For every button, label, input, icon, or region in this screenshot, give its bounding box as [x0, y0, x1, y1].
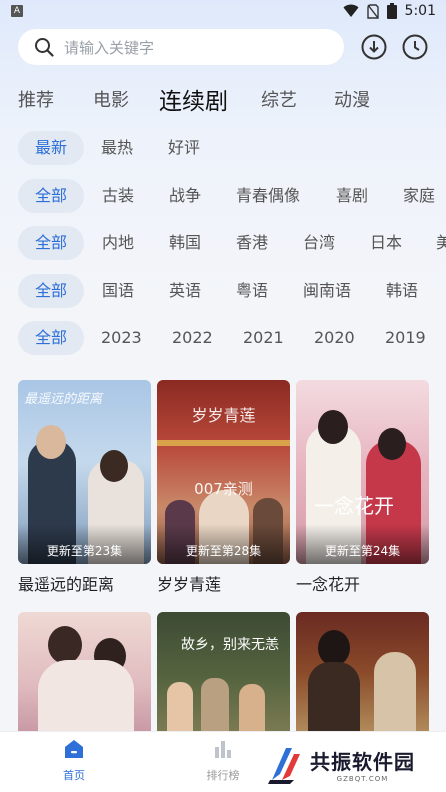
region-filter-row: 全部 内地 韩国 香港 台湾 日本 美 — [0, 226, 446, 262]
show-title: 岁岁青莲 — [157, 575, 222, 594]
brand-name: 共振软件园 — [310, 749, 415, 774]
genre-all-chip[interactable]: 全部 — [18, 179, 84, 213]
search-placeholder: 请输入关键字 — [64, 38, 155, 57]
download-icon[interactable] — [361, 34, 387, 60]
region-chip[interactable]: 日本 — [370, 226, 402, 260]
sort-latest-chip[interactable]: 最新 — [18, 131, 84, 165]
battery-icon — [386, 3, 397, 19]
tab-variety[interactable]: 综艺 — [261, 86, 297, 112]
history-clock-icon[interactable] — [402, 34, 428, 60]
brand-watermark: 共振软件园 GZBQT.COM — [268, 742, 415, 786]
tab-anime[interactable]: 动漫 — [334, 86, 370, 112]
clock-time: 5:01 — [404, 3, 436, 19]
year-chip[interactable]: 2023 — [101, 321, 142, 355]
tab-recommend[interactable]: 推荐 — [18, 86, 54, 112]
brand-logo-icon — [268, 748, 300, 784]
nav-ranking[interactable]: 排行榜 — [193, 738, 253, 783]
show-card[interactable]: 一念花开 更新至第24集 一念花开 — [296, 380, 429, 595]
show-card[interactable]: 故乡，别来无恙 — [157, 612, 290, 731]
sort-rating-chip[interactable]: 好评 — [168, 131, 200, 165]
poster-image — [296, 612, 429, 731]
episode-update-label: 更新至第24集 — [324, 544, 401, 558]
year-chip[interactable]: 2021 — [243, 321, 284, 355]
poster-image: 一念花开 更新至第24集 — [296, 380, 429, 564]
search-icon — [35, 38, 54, 57]
genre-chip[interactable]: 古装 — [102, 179, 134, 213]
year-chip[interactable]: 2020 — [314, 321, 355, 355]
poster-title-art: 最遥远的距离 — [24, 392, 103, 407]
bar-chart-icon — [215, 741, 231, 758]
region-chip[interactable]: 韩国 — [169, 226, 201, 260]
sort-hot-chip[interactable]: 最热 — [101, 131, 133, 165]
genre-chip[interactable]: 战争 — [169, 179, 201, 213]
region-chip[interactable]: 香港 — [236, 226, 268, 260]
watermark-text: 007亲测 — [194, 480, 253, 498]
poster-image: 最遥远的距离 更新至第23集 — [18, 380, 151, 564]
region-chip[interactable]: 内地 — [102, 226, 134, 260]
region-chip[interactable]: 美 — [436, 226, 446, 260]
genre-chip[interactable]: 喜剧 — [336, 179, 368, 213]
show-card[interactable]: 最遥远的距离 更新至第23集 最遥远的距离 — [18, 380, 151, 595]
language-chip[interactable]: 粤语 — [236, 274, 268, 308]
category-tabs: 推荐 电影 连续剧 综艺 动漫 — [0, 80, 446, 116]
poster-title-art: 岁岁青莲 — [191, 406, 256, 425]
poster-image: 岁岁青莲 007亲测 更新至第28集 — [157, 380, 290, 564]
language-all-chip[interactable]: 全部 — [18, 274, 84, 308]
brand-domain: GZBQT.COM — [336, 774, 389, 783]
poster-title-art: 一念花开 — [314, 494, 394, 518]
region-all-chip[interactable]: 全部 — [18, 226, 84, 260]
year-all-chip[interactable]: 全部 — [18, 321, 84, 355]
language-chip[interactable]: 英语 — [169, 274, 201, 308]
search-input[interactable]: 请输入关键字 — [18, 29, 344, 65]
status-bar: A 5:01 — [0, 0, 446, 26]
show-card[interactable] — [296, 612, 429, 731]
year-filter-row: 全部 2023 2022 2021 2020 2019 — [0, 321, 446, 357]
show-card[interactable]: 岁岁青莲 007亲测 更新至第28集 岁岁青莲 — [157, 380, 290, 595]
genre-filter-row: 全部 古装 战争 青春偶像 喜剧 家庭 — [0, 179, 446, 215]
poster-title-art: 故乡，别来无恙 — [181, 637, 279, 653]
wifi-icon — [343, 4, 359, 17]
episode-update-label: 更新至第23集 — [46, 544, 123, 558]
no-sim-icon — [366, 3, 379, 19]
home-icon — [65, 740, 83, 758]
sort-filter-row: 最新 最热 好评 — [0, 131, 446, 167]
genre-chip[interactable]: 青春偶像 — [236, 179, 300, 213]
nav-home-label: 首页 — [63, 769, 85, 782]
year-chip[interactable]: 2022 — [172, 321, 213, 355]
poster-image: 故乡，别来无恙 — [157, 612, 290, 731]
language-chip[interactable]: 闽南语 — [303, 274, 351, 308]
poster-image — [18, 612, 151, 731]
language-filter-row: 全部 国语 英语 粤语 闽南语 韩语 — [0, 274, 446, 310]
app-notification-icon: A — [11, 5, 23, 17]
genre-chip[interactable]: 家庭 — [403, 179, 435, 213]
tab-series[interactable]: 连续剧 — [159, 82, 228, 116]
status-icons: 5:01 — [343, 3, 436, 19]
show-card[interactable] — [18, 612, 151, 731]
tab-movie[interactable]: 电影 — [93, 86, 129, 112]
year-chip[interactable]: 2019 — [385, 321, 426, 355]
region-chip[interactable]: 台湾 — [303, 226, 335, 260]
show-title: 最遥远的距离 — [18, 575, 115, 594]
language-chip[interactable]: 国语 — [102, 274, 134, 308]
nav-home[interactable]: 首页 — [44, 738, 104, 783]
nav-ranking-label: 排行榜 — [206, 769, 240, 782]
language-chip[interactable]: 韩语 — [386, 274, 418, 308]
show-title: 一念花开 — [296, 575, 361, 594]
episode-update-label: 更新至第28集 — [185, 544, 262, 558]
